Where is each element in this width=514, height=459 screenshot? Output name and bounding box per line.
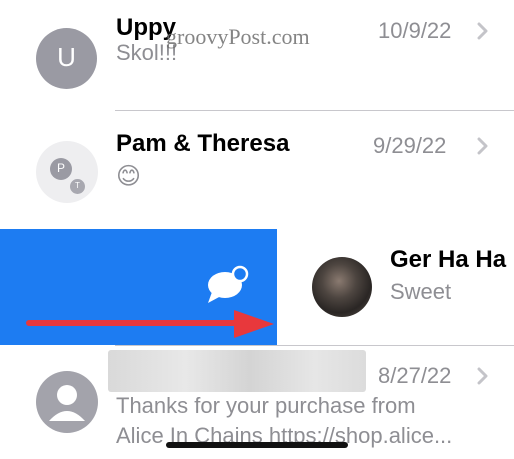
message-preview: Sweet xyxy=(390,279,452,304)
avatar-t: T xyxy=(70,179,85,194)
chevron-right-icon xyxy=(477,367,488,385)
home-indicator[interactable] xyxy=(166,442,348,448)
mark-unread-icon xyxy=(208,265,249,303)
avatar-photo xyxy=(312,257,372,317)
conversation-row-pam-theresa[interactable]: P T Pam & Theresa 😊 9/29/22 xyxy=(0,111,514,229)
avatar-initial: U xyxy=(57,42,76,72)
contact-name: Ger Ha Ha xyxy=(390,246,507,273)
swipe-arrow-icon xyxy=(26,310,274,338)
person-icon xyxy=(49,385,85,421)
redacted-contact-name xyxy=(108,350,366,392)
chevron-right-icon xyxy=(477,137,488,155)
message-preview: Skol!!! xyxy=(116,40,178,65)
message-preview: 😊 xyxy=(116,163,142,190)
contact-name: Pam & Theresa xyxy=(116,130,290,157)
row-divider xyxy=(115,345,514,346)
avatar-generic xyxy=(36,371,98,433)
message-date: 10/9/22 xyxy=(378,18,452,43)
group-avatar: P T xyxy=(36,141,98,203)
avatar-p: P xyxy=(50,158,72,180)
contact-name: Uppy xyxy=(116,14,176,41)
message-date: 9/29/22 xyxy=(373,133,447,158)
conversation-row-uppy[interactable]: U Uppy Skol!!! 10/9/22 xyxy=(0,0,514,111)
avatar-uppy: U xyxy=(36,28,97,89)
message-date: 8/27/22 xyxy=(378,363,452,388)
chevron-right-icon xyxy=(477,22,488,40)
message-preview: Thanks for your purchase from xyxy=(116,393,416,418)
